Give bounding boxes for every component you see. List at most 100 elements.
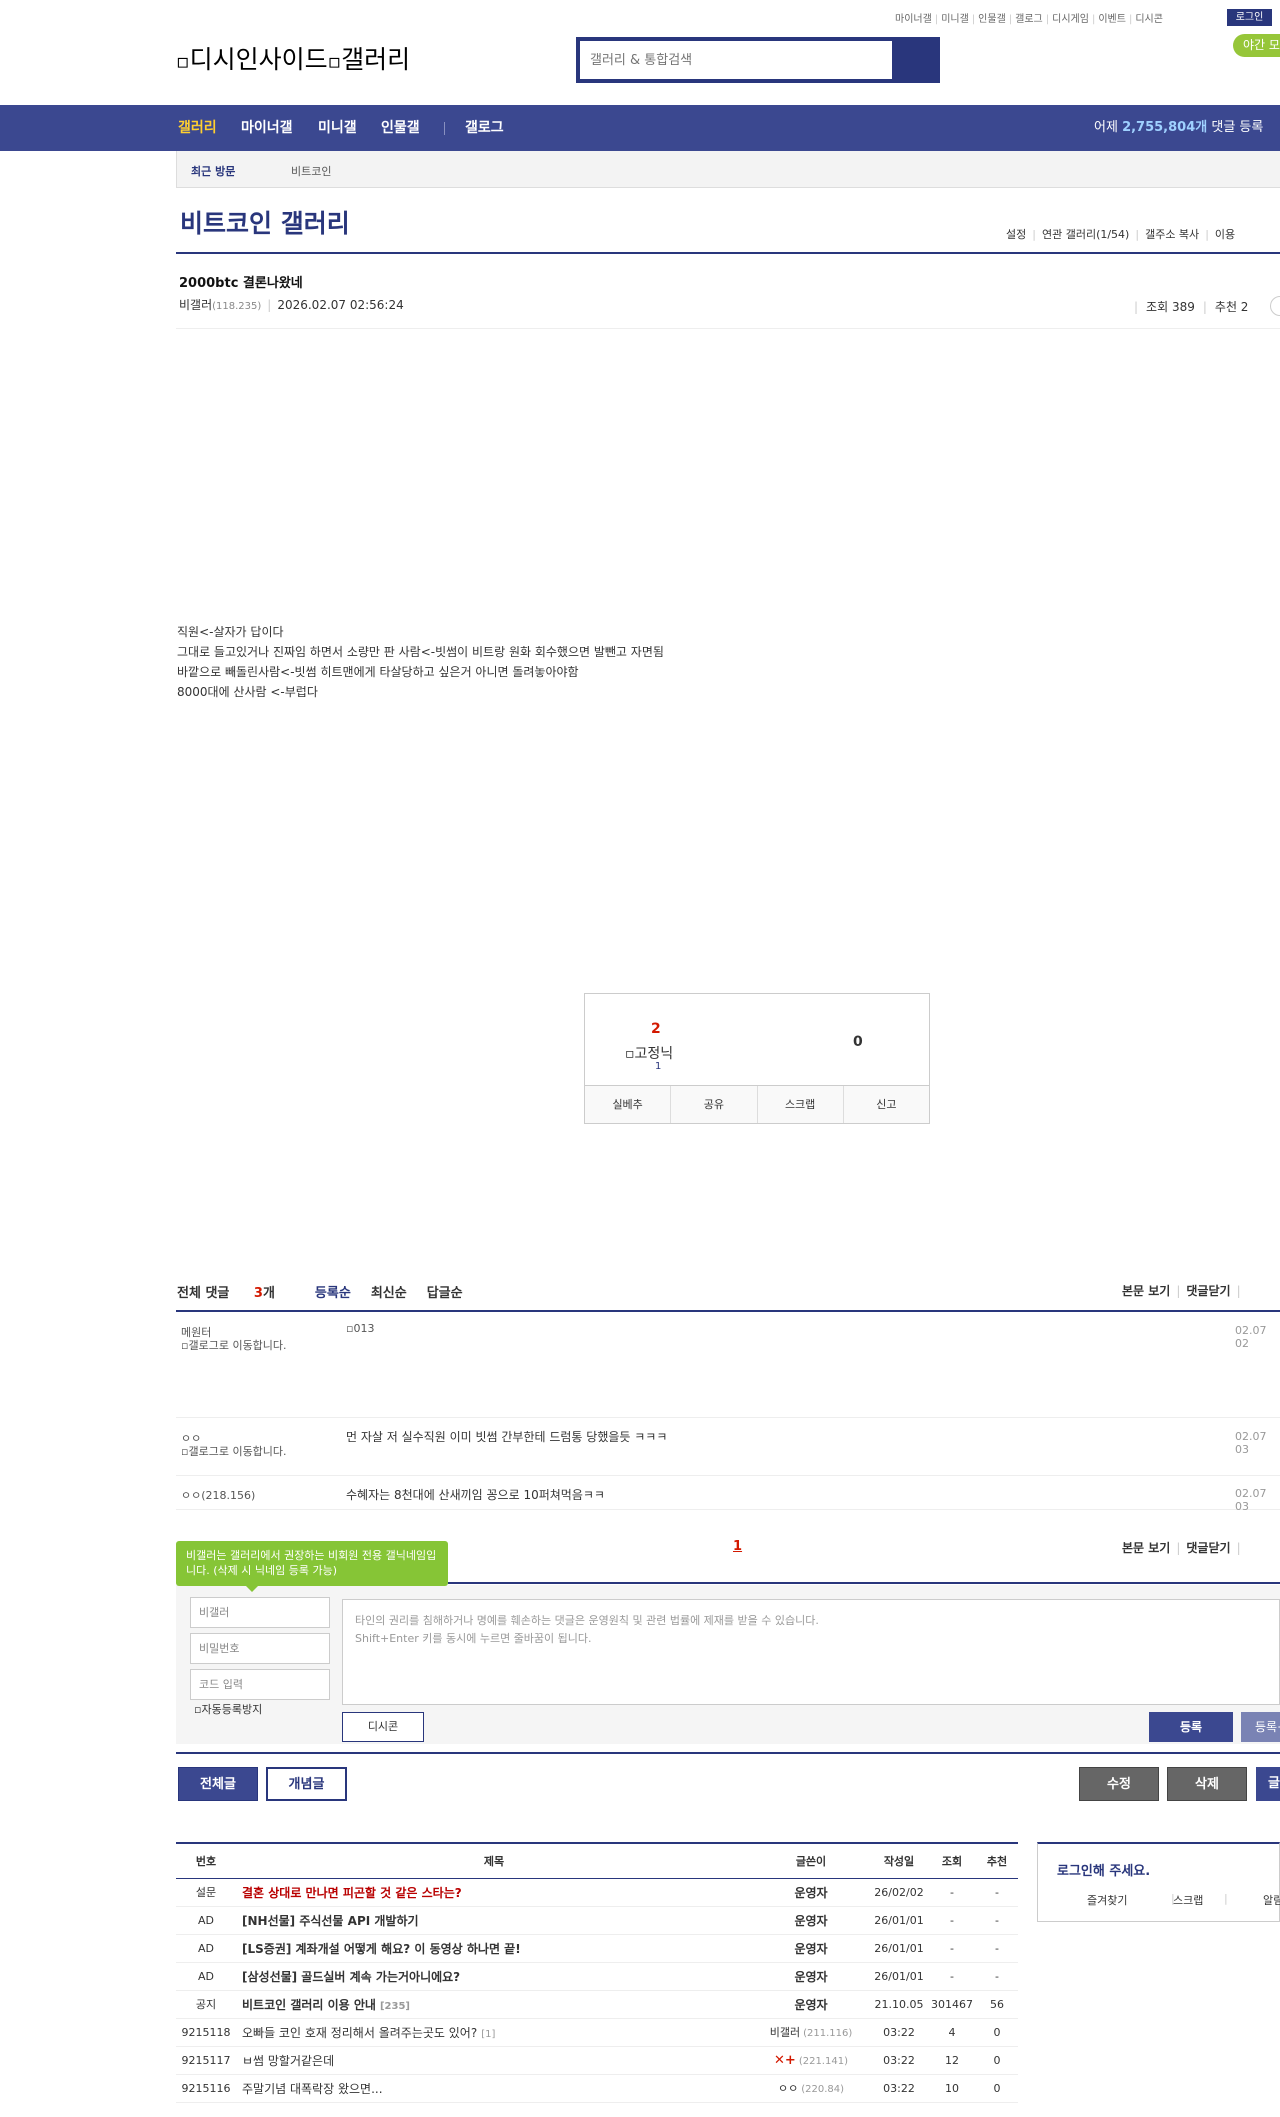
copy-address-link[interactable]: 갤주소 복사 xyxy=(1139,226,1205,242)
recent-item[interactable]: 비트코인 xyxy=(291,163,331,179)
nav-item-mini[interactable]: 미니갤 xyxy=(318,105,357,151)
scrap-link[interactable]: 스크랩 xyxy=(1173,1892,1203,1908)
sort-replies[interactable]: 답글순 xyxy=(427,1282,463,1301)
night-mode-toggle[interactable]: 야간 모드 xyxy=(1233,34,1280,57)
gallery-title[interactable]: 비트코인 갤러리 xyxy=(180,204,350,240)
writer-name[interactable]: ✕+ xyxy=(774,2053,796,2068)
view-post-button[interactable]: 본문 보기 xyxy=(1122,1541,1170,1555)
related-gallery-link[interactable]: 연관 갤러리(1/54) xyxy=(1036,226,1135,242)
nav-item-gallery[interactable]: 갤러리 xyxy=(178,105,217,151)
password-field[interactable]: 비밀번호 xyxy=(190,1633,330,1664)
row-title-text[interactable]: 오빠들 코인 호재 정리해서 올려주는곳도 있어? xyxy=(242,2026,477,2040)
edit-button[interactable]: 수정 xyxy=(1079,1767,1159,1801)
row-title-text[interactable]: [LS증권] 계좌개설 어떻게 해요? 이 동영상 하나면 끝! xyxy=(242,1942,521,1956)
row-writer[interactable]: 운영자 xyxy=(752,1962,870,1991)
table-row[interactable]: AD [NH선물] 주식선물 API 개발하기 운영자 26/01/01- - xyxy=(176,1906,1018,1935)
row-writer[interactable]: 운영자 xyxy=(752,1990,870,2019)
more-options-button[interactable] xyxy=(1270,296,1280,316)
gallog-icon[interactable]: ▫갤로그로 이동합니다. xyxy=(181,1443,321,1459)
sort-latest[interactable]: 최신순 xyxy=(371,1282,407,1301)
row-title[interactable]: [NH선물] 주식선물 API 개발하기 xyxy=(236,1906,752,1935)
writer-name[interactable]: 운영자 xyxy=(794,1942,827,1956)
writer-name[interactable]: 운영자 xyxy=(794,1886,827,1900)
row-title-text[interactable]: 비트코인 갤러리 이용 안내 xyxy=(242,1998,376,2012)
top-link-minor[interactable]: 마이너갤 xyxy=(892,10,935,25)
nav-item-minor[interactable]: 마이너갤 xyxy=(241,105,293,151)
writer-name[interactable]: 운영자 xyxy=(794,1914,827,1928)
row-title[interactable]: 결혼 상대로 만나면 피곤할 것 같은 스타는? xyxy=(236,1878,752,1907)
row-title[interactable]: ㅂ썸 망할거같은데 xyxy=(236,2046,752,2075)
gallog-icon[interactable]: ▫갤로그로 이동합니다. xyxy=(181,1337,321,1353)
share-button[interactable]: 공유 xyxy=(671,1086,758,1123)
writer-name[interactable]: 운영자 xyxy=(794,1998,827,2012)
search-input[interactable] xyxy=(580,41,895,79)
comment-nick[interactable]: ㅇㅇ(218.156) xyxy=(181,1487,255,1503)
row-title-text[interactable]: 주말기념 대폭락장 왔으면... xyxy=(242,2082,383,2096)
reply-count[interactable]: [235] xyxy=(380,2001,410,2012)
row-writer[interactable]: 운영자 xyxy=(752,1906,870,1935)
nav-item-gallog[interactable]: 갤로그 xyxy=(465,105,504,151)
row-title[interactable]: [삼성선물] 골드실버 계속 가는거아니에요? xyxy=(236,1962,752,1991)
view-post-button[interactable]: 본문 보기 xyxy=(1122,1284,1170,1298)
scrap-button[interactable]: 스크랩 xyxy=(758,1086,844,1123)
row-title[interactable]: 주말기념 대폭락장 왔으면... xyxy=(236,2074,752,2103)
usage-link[interactable]: 이용 xyxy=(1209,226,1241,242)
concept-posts-button[interactable]: 개념글 xyxy=(266,1767,347,1801)
write-button[interactable]: 글쓰기 xyxy=(1256,1767,1280,1825)
search-button[interactable] xyxy=(892,41,936,79)
login-button[interactable]: 로그인 xyxy=(1227,9,1272,26)
favorites-link[interactable]: 즐겨찾기 xyxy=(1087,1892,1127,1908)
writer-name[interactable]: ㅇㅇ xyxy=(778,2082,798,2095)
nav-item-person[interactable]: 인물갤 xyxy=(381,105,420,151)
submit-recommend-button[interactable]: 등록+추천 xyxy=(1241,1712,1280,1764)
row-writer[interactable]: ㅇㅇ (220.84) xyxy=(752,2074,870,2103)
comment-page-1[interactable]: 1 xyxy=(733,1539,742,1554)
close-comments-button[interactable]: 댓글닫기 xyxy=(1186,1541,1230,1555)
notify-link[interactable]: 알림 xyxy=(1263,1892,1280,1908)
nickname-field[interactable]: 비갤러 xyxy=(190,1597,330,1628)
top-link-mini[interactable]: 미니갤 xyxy=(938,10,972,25)
row-writer[interactable]: 비갤러 (211.116) xyxy=(752,2018,870,2047)
row-title-text[interactable]: ㅂ썸 망할거같은데 xyxy=(242,2054,334,2068)
row-title[interactable]: 비트코인 갤러리 이용 안내 [235] xyxy=(236,1990,752,2019)
table-row[interactable]: 9215118 오빠들 코인 호재 정리해서 올려주는곳도 있어? [1] 비갤러 (2… xyxy=(176,2018,1018,2047)
row-title[interactable]: 오빠들 코인 호재 정리해서 올려주는곳도 있어? [1] xyxy=(236,2018,752,2047)
row-writer[interactable]: 운영자 xyxy=(752,1934,870,1963)
top-link-game[interactable]: 디시게임 xyxy=(1049,10,1092,25)
writer-name[interactable]: 운영자 xyxy=(794,1970,827,1984)
real-best-button[interactable]: 실베추 xyxy=(585,1086,672,1123)
site-logo[interactable]: ▫디시인사이드▫갤러리 xyxy=(176,40,410,76)
submit-comment-button[interactable]: 등록 xyxy=(1149,1712,1233,1742)
login-prompt[interactable]: 로그인해 주세요. xyxy=(1057,1860,1150,1879)
table-row[interactable]: 9215116 주말기념 대폭락장 왔으면... ㅇㅇ (220.84) 03:22 10… xyxy=(176,2074,1018,2103)
table-row[interactable]: AD [LS증권] 계좌개설 어떻게 해요? 이 동영상 하나면 끝! 운영자 26/… xyxy=(176,1934,1018,1963)
table-row[interactable]: 9215117 ㅂ썸 망할거같은데 ✕+ (221.141) 03:22 12 0 xyxy=(176,2046,1018,2075)
top-link-person[interactable]: 인물갤 xyxy=(975,10,1009,25)
comment-textarea[interactable]: 타인의 권리를 침해하거나 명예를 훼손하는 댓글은 운영원칙 및 관련 법률에… xyxy=(342,1599,1280,1705)
row-title-text[interactable]: 결혼 상대로 만나면 피곤할 것 같은 스타는? xyxy=(242,1886,462,1900)
close-comments-button[interactable]: 댓글닫기 xyxy=(1186,1284,1230,1298)
row-title-text[interactable]: [삼성선물] 골드실버 계속 가는거아니에요? xyxy=(242,1970,460,1984)
row-title-text[interactable]: [NH선물] 주식선물 API 개발하기 xyxy=(242,1914,419,1928)
post-author[interactable]: 비갤러 xyxy=(179,298,212,312)
top-link-gallog[interactable]: 갤로그 xyxy=(1012,10,1046,25)
reply-count[interactable]: [1] xyxy=(481,2029,495,2040)
settings-link[interactable]: 설정 xyxy=(1000,226,1032,242)
sort-registered[interactable]: 등록순 xyxy=(315,1282,351,1301)
table-row[interactable]: 설문 결혼 상대로 만나면 피곤할 것 같은 스타는? 운영자 26/02/02- - xyxy=(176,1878,1018,1907)
table-row[interactable]: 공지 비트코인 갤러리 이용 안내 [235] 운영자 21.10.05 301467 56 xyxy=(176,1990,1018,2019)
code-field[interactable]: 코드 입력 xyxy=(190,1669,330,1700)
upvote-count[interactable]: 2 xyxy=(651,1021,661,1037)
report-button[interactable]: 신고 xyxy=(844,1086,929,1123)
top-link-event[interactable]: 이벤트 xyxy=(1095,10,1129,25)
downvote-count[interactable]: 0 xyxy=(853,1034,863,1050)
dccon-button[interactable]: 디시콘 xyxy=(342,1712,424,1742)
table-row[interactable]: AD [삼성선물] 골드실버 계속 가는거아니에요? 운영자 26/01/01- - xyxy=(176,1962,1018,1991)
writer-name[interactable]: 비갤러 xyxy=(770,2026,800,2039)
all-posts-button[interactable]: 전체글 xyxy=(178,1767,258,1801)
delete-button[interactable]: 삭제 xyxy=(1167,1767,1247,1801)
row-title[interactable]: [LS증권] 계좌개설 어떻게 해요? 이 동영상 하나면 끝! xyxy=(236,1934,752,1963)
row-writer[interactable]: ✕+ (221.141) xyxy=(752,2046,870,2075)
top-link-dccon[interactable]: 디시콘 xyxy=(1132,10,1166,25)
row-writer[interactable]: 운영자 xyxy=(752,1878,870,1907)
